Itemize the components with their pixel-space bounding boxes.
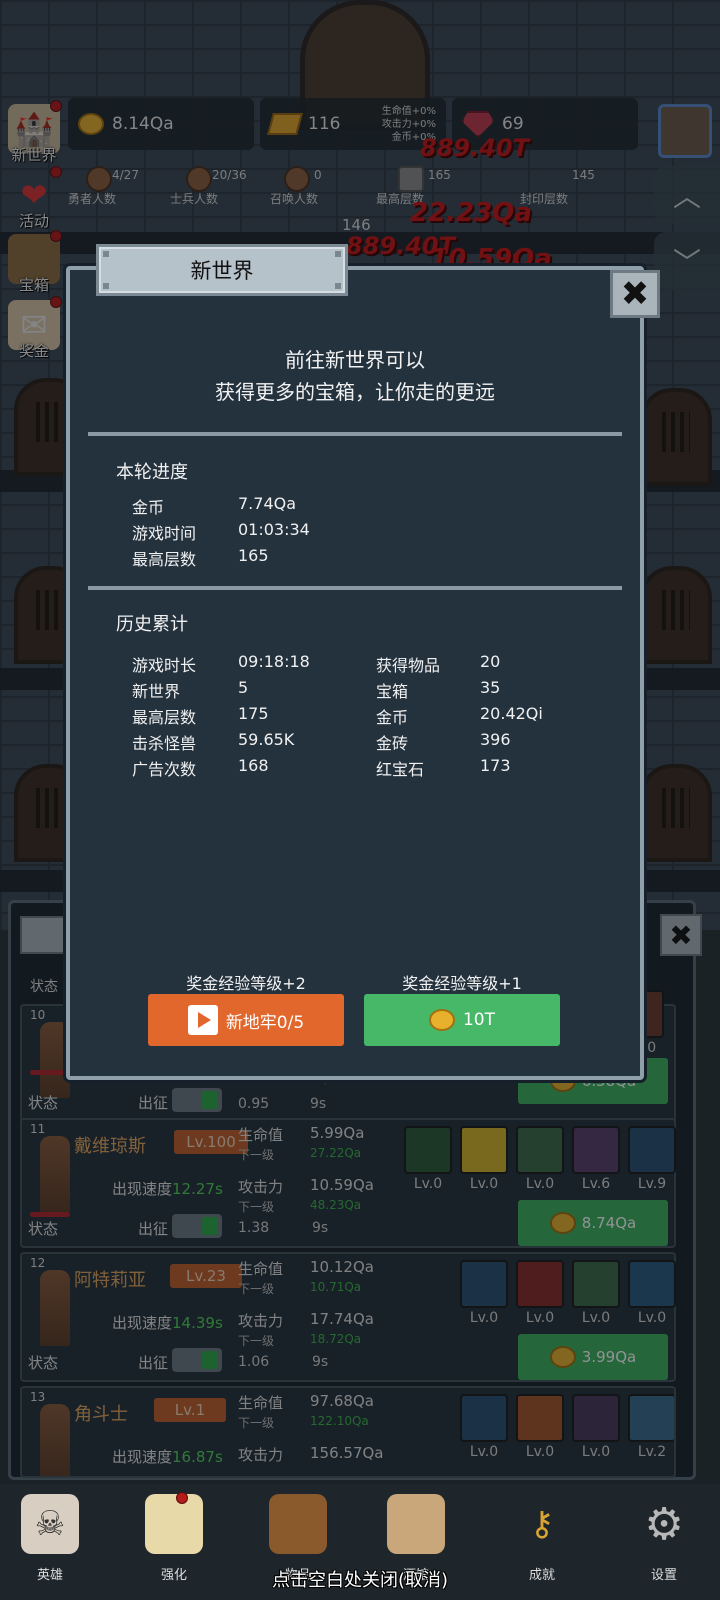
key-icon: ⚷: [529, 1504, 555, 1544]
ad-bonus-caption: 奖金经验等级+2: [186, 974, 306, 993]
book-icon: [269, 1494, 327, 1554]
close-hint[interactable]: 点击空白处关闭(取消): [0, 1566, 720, 1592]
dialog-intro: 前往新世界可以 获得更多的宝箱，让你走的更远: [215, 348, 495, 404]
dialog-close-button[interactable]: ✖: [610, 270, 660, 318]
gold-coin-icon: [428, 1009, 455, 1031]
mug-icon: [387, 1494, 445, 1554]
gear-icon: ⚙: [644, 1498, 684, 1550]
divider: [88, 432, 622, 436]
pay-gold-new-world-button[interactable]: 10T: [364, 994, 560, 1046]
history-title: 历史累计: [116, 614, 188, 635]
candle-icon: [145, 1494, 203, 1554]
video-play-icon: [187, 1005, 218, 1035]
close-icon: ✖: [620, 274, 650, 314]
dialog-title: 新世界: [96, 244, 348, 296]
divider: [88, 586, 622, 590]
notification-dot: [176, 1492, 188, 1504]
new-world-dialog: 前往新世界可以 获得更多的宝箱，让你走的更远 本轮进度 金币 7.74Qa 游戏…: [66, 266, 644, 1080]
watch-ad-new-dungeon-button[interactable]: 新地牢0/5: [148, 994, 344, 1046]
coin-bonus-caption: 奖金经验等级+1: [402, 974, 522, 993]
round-progress-title: 本轮进度: [116, 462, 188, 483]
skull-icon: ☠: [21, 1494, 79, 1554]
